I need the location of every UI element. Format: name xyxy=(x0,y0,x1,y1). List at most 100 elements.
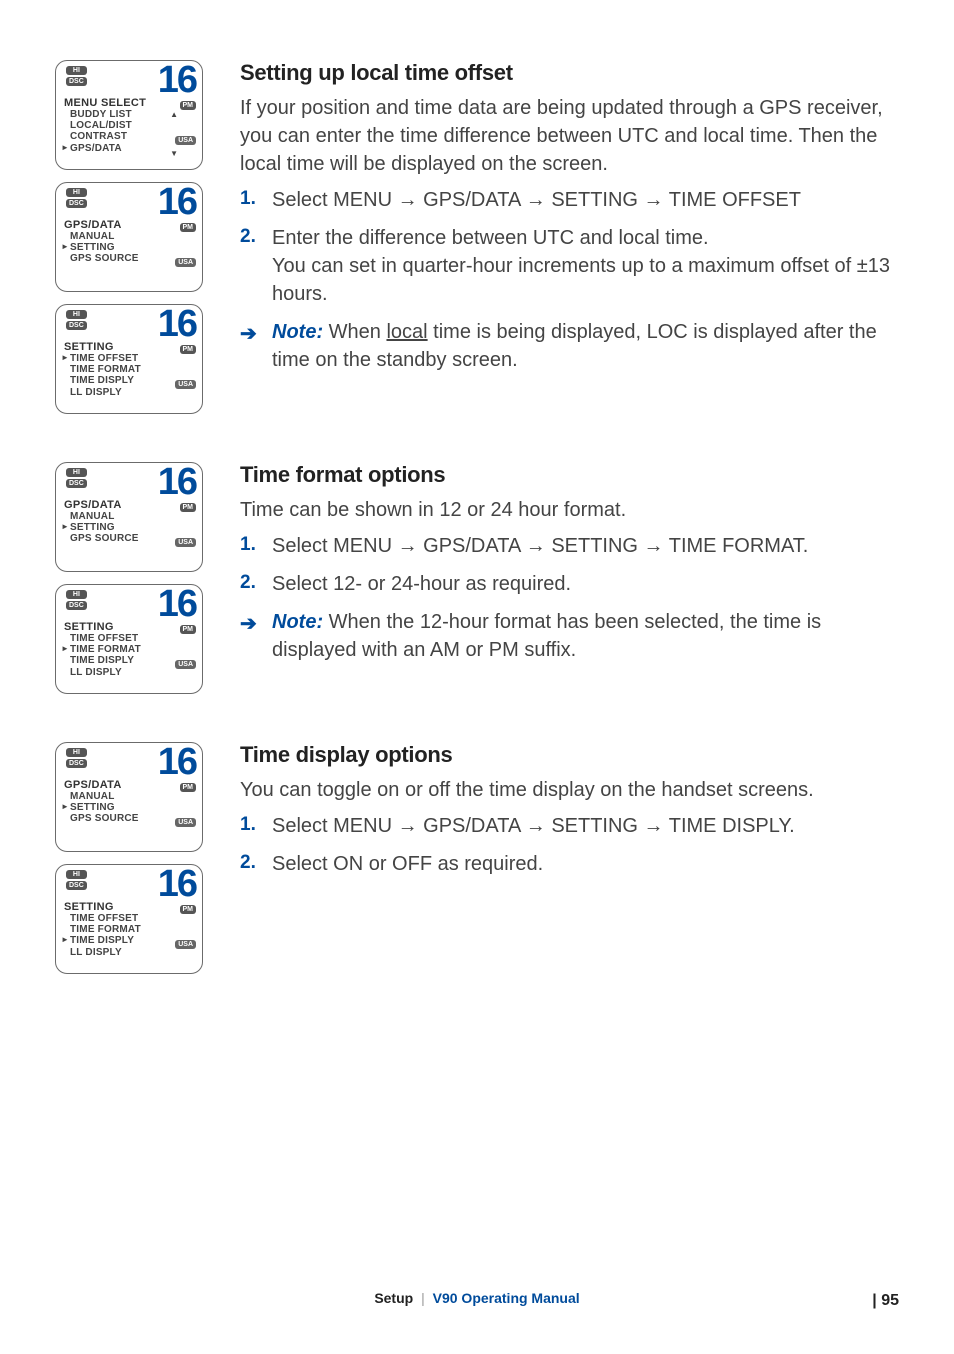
screen-menu: TIME OFFSETTIME FORMATTIME DISPLYLL DISP… xyxy=(70,633,141,678)
channel-number: 16 xyxy=(158,181,196,224)
badge-hi: HI xyxy=(66,590,87,599)
step-item: Enter the difference between UTC and loc… xyxy=(240,224,899,308)
note: ➔ Note: When the 12-hour format has been… xyxy=(240,608,899,664)
menu-row: GPS SOURCE xyxy=(70,533,139,544)
menu-row: TIME FORMAT xyxy=(70,924,141,935)
footer-manual: V90 Operating Manual xyxy=(433,1290,580,1306)
screen-menu: MANUALSETTINGGPS SOURCE xyxy=(70,511,139,545)
badge-hi: HI xyxy=(66,870,87,879)
radio-screen: HI DSC 16 PM USA SETTING TIME OFFSETTIME… xyxy=(55,304,203,414)
screen-title: MENU SELECT xyxy=(64,97,146,109)
badge-dsc: DSC xyxy=(66,479,87,488)
page-number: | 95 xyxy=(872,1292,899,1310)
step-item: Select MENU → GPS/DATA → SETTING → TIME … xyxy=(240,812,899,840)
radio-screen: HI DSC 16 PM USA SETTING TIME OFFSETTIME… xyxy=(55,584,203,694)
section-intro: Time can be shown in 12 or 24 hour forma… xyxy=(240,496,899,524)
badge-hi: HI xyxy=(66,188,87,197)
section-intro: If your position and time data are being… xyxy=(240,94,899,178)
channel-number: 16 xyxy=(158,59,196,102)
channel-number: 16 xyxy=(158,583,196,626)
screen-title: GPS/DATA xyxy=(64,499,122,511)
badge-pm: PM xyxy=(180,345,197,354)
scroll-up-icon: ▲ xyxy=(170,110,178,119)
badge-usa: USA xyxy=(175,940,196,949)
badge-usa: USA xyxy=(175,136,196,145)
badge-usa: USA xyxy=(175,818,196,827)
section-intro: You can toggle on or off the time displa… xyxy=(240,776,899,804)
channel-number: 16 xyxy=(158,741,196,784)
menu-row: TIME OFFSET xyxy=(70,633,141,644)
note-label: Note: xyxy=(272,321,323,343)
badge-pm: PM xyxy=(180,783,197,792)
text-column: Time display options You can toggle on o… xyxy=(240,742,899,888)
menu-row: TIME DISPLY xyxy=(70,655,141,666)
badge-usa: USA xyxy=(175,538,196,547)
badge-pm: PM xyxy=(180,625,197,634)
badge-pm: PM xyxy=(180,101,197,110)
menu-row: GPS/DATA xyxy=(70,143,132,154)
menu-row: MANUAL xyxy=(70,231,139,242)
section-heading: Time display options xyxy=(240,742,899,768)
menu-row: TIME OFFSET xyxy=(70,913,141,924)
screen-title: GPS/DATA xyxy=(64,219,122,231)
screen-title: SETTING xyxy=(64,901,114,913)
screen-menu: BUDDY LISTLOCAL/DISTCONTRASTGPS/DATA xyxy=(70,109,132,154)
footer-setup: Setup xyxy=(374,1290,413,1306)
screen-menu: TIME OFFSETTIME FORMATTIME DISPLYLL DISP… xyxy=(70,913,141,958)
section-heading: Time format options xyxy=(240,462,899,488)
badge-hi: HI xyxy=(66,468,87,477)
badge-dsc: DSC xyxy=(66,601,87,610)
screen-menu: TIME OFFSETTIME FORMATTIME DISPLYLL DISP… xyxy=(70,353,141,398)
menu-row: GPS SOURCE xyxy=(70,253,139,264)
menu-row: MANUAL xyxy=(70,511,139,522)
menu-row: TIME DISPLY xyxy=(70,375,141,386)
page-footer: Setup | V90 Operating Manual xyxy=(0,1290,954,1306)
section-heading: Setting up local time offset xyxy=(240,60,899,86)
step-item: Select MENU → GPS/DATA → SETTING → TIME … xyxy=(240,532,899,560)
badge-usa: USA xyxy=(175,660,196,669)
menu-row: MANUAL xyxy=(70,791,139,802)
radio-screen: HI DSC 16 PM USA SETTING TIME OFFSETTIME… xyxy=(55,864,203,974)
menu-row: SETTING xyxy=(70,242,139,253)
doc-section: HI DSC 16 PM USA ▲▼ MENU SELECT BUDDY LI… xyxy=(55,60,899,414)
screens-column: HI DSC 16 PM USA GPS/DATA MANUALSETTINGG… xyxy=(55,742,210,974)
menu-row: TIME DISPLY xyxy=(70,935,141,946)
badge-pm: PM xyxy=(180,905,197,914)
step-item: Select MENU → GPS/DATA → SETTING → TIME … xyxy=(240,186,899,214)
badge-dsc: DSC xyxy=(66,321,87,330)
badge-dsc: DSC xyxy=(66,77,87,86)
steps-list: Select MENU → GPS/DATA → SETTING → TIME … xyxy=(240,532,899,598)
menu-row: LL DISPLY xyxy=(70,667,141,678)
note: ➔ Note: When local time is being display… xyxy=(240,318,899,374)
badge-dsc: DSC xyxy=(66,881,87,890)
menu-row: SETTING xyxy=(70,802,139,813)
badge-hi: HI xyxy=(66,66,87,75)
badge-usa: USA xyxy=(175,258,196,267)
badge-pm: PM xyxy=(180,223,197,232)
screen-menu: MANUALSETTINGGPS SOURCE xyxy=(70,791,139,825)
menu-row: TIME OFFSET xyxy=(70,353,141,364)
menu-row: GPS SOURCE xyxy=(70,813,139,824)
note-arrow-icon: ➔ xyxy=(240,610,257,638)
steps-list: Select MENU → GPS/DATA → SETTING → TIME … xyxy=(240,186,899,308)
badge-dsc: DSC xyxy=(66,199,87,208)
screens-column: HI DSC 16 PM USA ▲▼ MENU SELECT BUDDY LI… xyxy=(55,60,210,414)
menu-row: LL DISPLY xyxy=(70,387,141,398)
footer-sep: | xyxy=(421,1290,425,1306)
badge-dsc: DSC xyxy=(66,759,87,768)
channel-number: 16 xyxy=(158,863,196,906)
badge-hi: HI xyxy=(66,310,87,319)
doc-section: HI DSC 16 PM USA GPS/DATA MANUALSETTINGG… xyxy=(55,742,899,974)
text-column: Setting up local time offset If your pos… xyxy=(240,60,899,374)
doc-section: HI DSC 16 PM USA GPS/DATA MANUALSETTINGG… xyxy=(55,462,899,694)
menu-row: SETTING xyxy=(70,522,139,533)
channel-number: 16 xyxy=(158,461,196,504)
menu-row: BUDDY LIST xyxy=(70,109,132,120)
screen-menu: MANUALSETTINGGPS SOURCE xyxy=(70,231,139,265)
screen-title: GPS/DATA xyxy=(64,779,122,791)
menu-row: CONTRAST xyxy=(70,131,132,142)
radio-screen: HI DSC 16 PM USA GPS/DATA MANUALSETTINGG… xyxy=(55,742,203,852)
badge-hi: HI xyxy=(66,748,87,757)
screen-title: SETTING xyxy=(64,341,114,353)
step-item: Select ON or OFF as required. xyxy=(240,850,899,878)
